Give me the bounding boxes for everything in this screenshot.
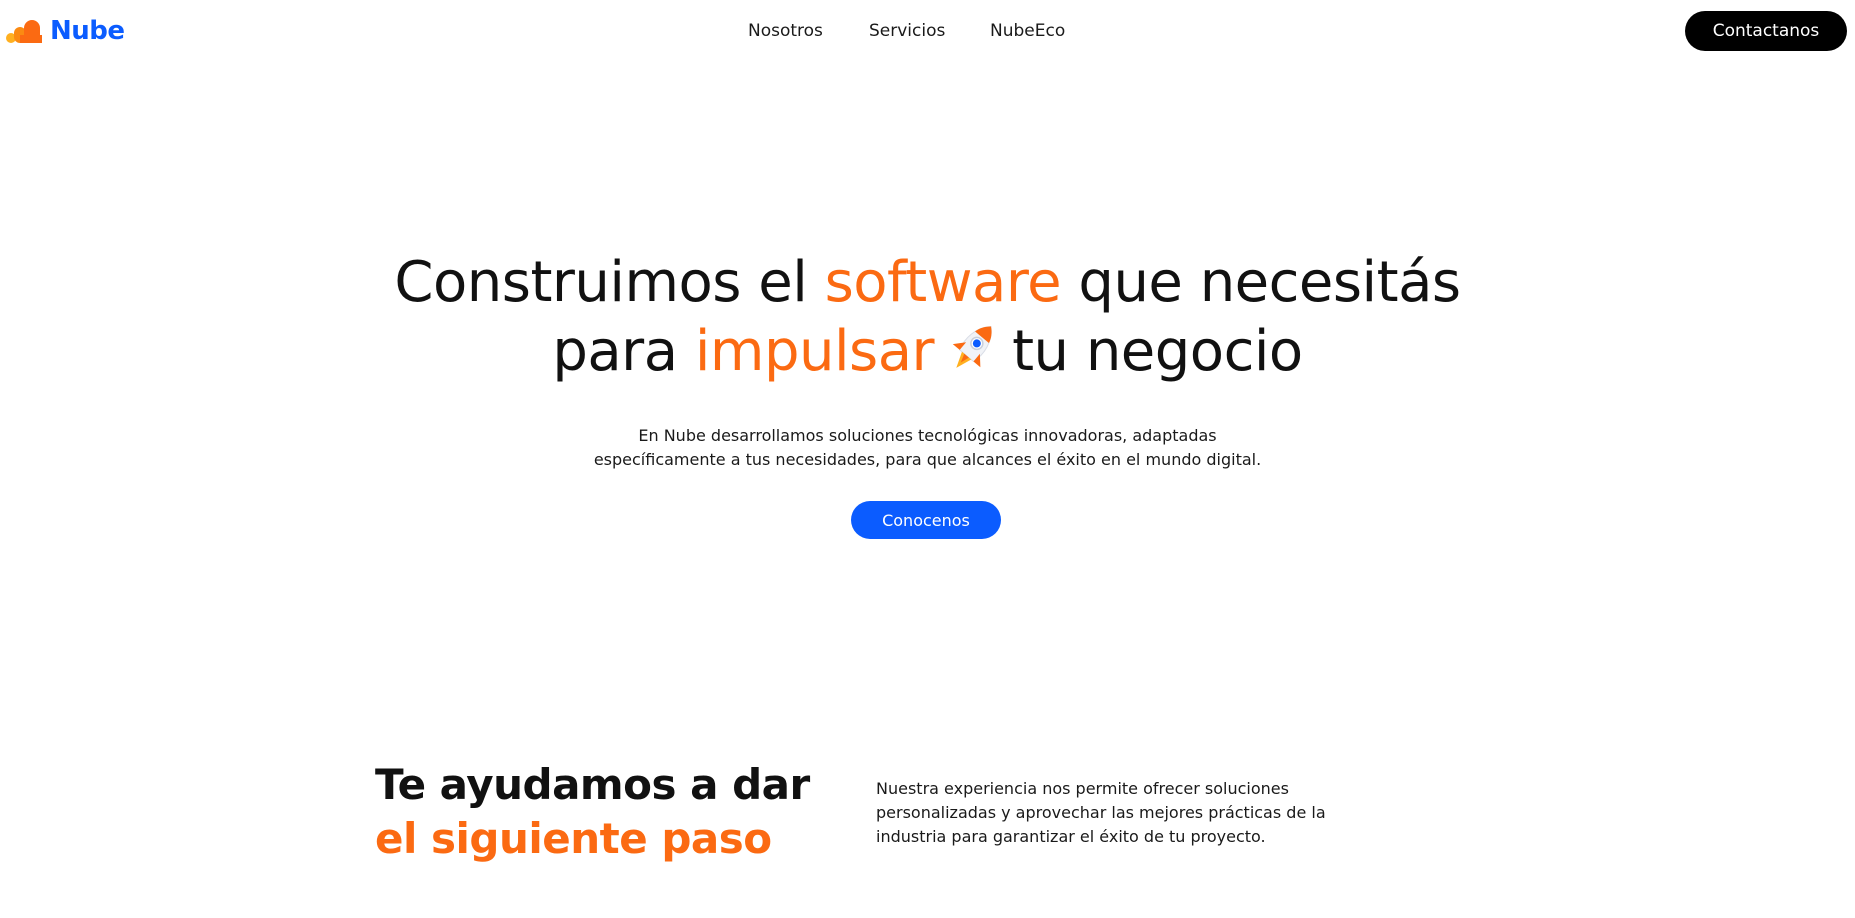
nav-link-nubeeco[interactable]: NubeEco xyxy=(990,19,1065,43)
rocket-icon xyxy=(952,326,992,368)
section-description-line: Nuestra experiencia nos permite ofrecer … xyxy=(876,779,1289,798)
section-title-line: Te ayudamos a dar xyxy=(375,760,810,809)
hero-title-text: tu negocio xyxy=(1012,319,1303,384)
section-description-line: personalizadas y aprovechar las mejores … xyxy=(876,803,1326,822)
conocenos-button[interactable]: Conocenos xyxy=(851,501,1001,539)
hero-description: En Nube desarrollamos soluciones tecnoló… xyxy=(0,424,1855,472)
main-nav: Nosotros Servicios NubeEco xyxy=(0,19,1855,43)
hero-title-line2: para impulsar tu negocio xyxy=(552,319,1303,384)
hero-title-line1: Construimos el software que necesitás xyxy=(394,250,1461,315)
hero-title-text: para xyxy=(552,319,695,384)
section-description: Nuestra experiencia nos permite ofrecer … xyxy=(876,777,1336,849)
section-title-accent: el siguiente paso xyxy=(375,814,772,863)
hero-title-accent-software: software xyxy=(824,250,1062,315)
hero-title-text: Construimos el xyxy=(394,250,825,315)
section-title: Te ayudamos a dar el siguiente paso xyxy=(375,758,855,866)
hero-title-accent-impulsar: impulsar xyxy=(694,319,935,384)
hero-description-line: En Nube desarrollamos soluciones tecnoló… xyxy=(638,426,1217,445)
contact-button[interactable]: Contactanos xyxy=(1685,11,1847,51)
top-navbar: Nube Nosotros Servicios NubeEco Contacta… xyxy=(0,0,1855,62)
section-description-line: industria para garantizar el éxito de tu… xyxy=(876,827,1266,846)
hero-description-line: específicamente a tus necesidades, para … xyxy=(593,450,1262,469)
hero-title: Construimos el software que necesitás pa… xyxy=(0,248,1855,386)
nav-link-nosotros[interactable]: Nosotros xyxy=(748,19,823,43)
nav-link-servicios[interactable]: Servicios xyxy=(869,19,945,43)
hero-section: Construimos el software que necesitás pa… xyxy=(0,248,1855,386)
hero-title-text: que necesitás xyxy=(1061,250,1461,315)
